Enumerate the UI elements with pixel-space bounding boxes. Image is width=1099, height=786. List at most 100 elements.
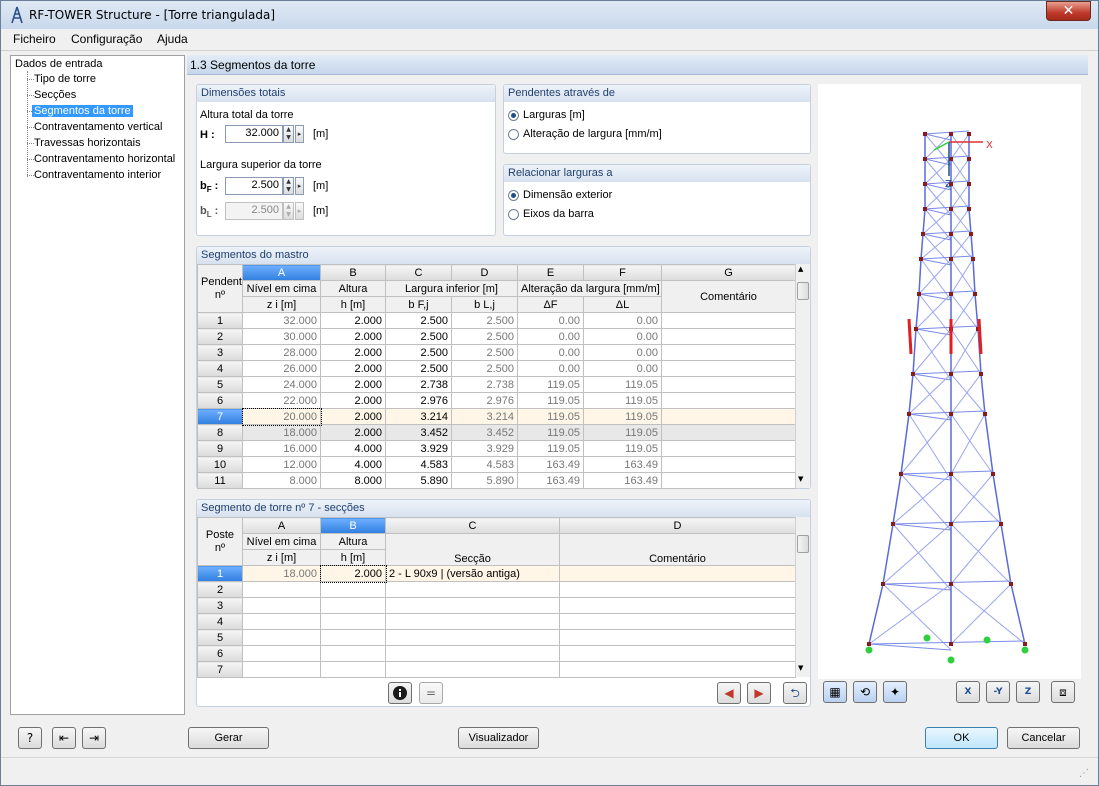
table-cell[interactable]: 3.214	[385, 408, 452, 425]
scroll-up-icon[interactable]: ▲	[798, 265, 803, 273]
row-number[interactable]: 3	[197, 344, 243, 361]
radio-eixos-barra-label[interactable]: Eixos da barra	[523, 208, 594, 220]
table-cell[interactable]: 2.000	[320, 408, 386, 425]
table-cell[interactable]: 2.000	[320, 312, 386, 329]
row-number[interactable]: 11	[197, 472, 243, 489]
sections-scroll-thumb[interactable]	[797, 535, 809, 553]
table-cell[interactable]: 3.929	[385, 440, 452, 457]
table-cell[interactable]: 119.05	[517, 376, 584, 393]
table-cell[interactable]: 2.976	[451, 392, 518, 409]
radio-larguras[interactable]	[508, 110, 519, 121]
tree-item-contraventamento-interior[interactable]: Contraventamento interior	[34, 169, 161, 181]
row-number[interactable]: 10	[197, 456, 243, 473]
equals-button[interactable]: =	[419, 682, 443, 704]
bf-spinner[interactable]: ▲ ▼	[283, 177, 294, 195]
table-cell[interactable]: 163.49	[517, 456, 584, 473]
table-row[interactable]: 4	[197, 613, 796, 630]
table-cell[interactable]: 32.000	[242, 312, 321, 329]
table-row[interactable]: 10 12.000 4.000 4.583 4.583 163.49 163.49	[197, 456, 796, 473]
table-cell[interactable]	[320, 661, 386, 678]
table-row[interactable]: 6	[197, 645, 796, 662]
tree-item-segmentos-da-torre[interactable]: Segmentos da torre	[32, 105, 133, 117]
table-cell[interactable]: 0.00	[517, 344, 584, 361]
previous-button[interactable]: ◀	[717, 682, 741, 704]
table-cell[interactable]: 0.00	[517, 312, 584, 329]
table-cell[interactable]	[661, 472, 796, 489]
radio-dimensao-exterior[interactable]	[508, 190, 519, 201]
table-row[interactable]: 3 28.000 2.000 2.500 2.500 0.00 0.00	[197, 344, 796, 361]
table-cell[interactable]	[559, 661, 796, 678]
table-row[interactable]: 7	[197, 661, 796, 678]
menu-file[interactable]: Ficheiro	[13, 32, 56, 46]
table-row[interactable]: 2 30.000 2.000 2.500 2.500 0.00 0.00	[197, 328, 796, 345]
table-cell[interactable]: 2.500	[385, 360, 452, 377]
row-number[interactable]: 9	[197, 440, 243, 457]
table-cell[interactable]	[320, 597, 386, 614]
menu-settings[interactable]: Configuração	[71, 32, 142, 46]
ok-button[interactable]: OK	[925, 727, 998, 749]
table-cell[interactable]	[661, 440, 796, 457]
tree-item-contraventamento-vertical[interactable]: Contraventamento vertical	[34, 121, 162, 133]
row-number[interactable]: 2	[197, 581, 243, 598]
table-cell[interactable]: 18.000	[242, 424, 321, 441]
row-number[interactable]: 1	[197, 565, 243, 582]
scroll-down-icon[interactable]: ▼	[798, 475, 803, 483]
h-spinner[interactable]: ▲ ▼	[283, 125, 294, 143]
table-cell[interactable]: 0.00	[517, 328, 584, 345]
scroll-down-icon[interactable]: ▼	[798, 664, 803, 672]
table-cell[interactable]	[320, 645, 386, 662]
table-cell[interactable]: 2.500	[385, 344, 452, 361]
table-cell[interactable]: 0.00	[583, 360, 662, 377]
import-button[interactable]: ⇤	[52, 727, 76, 749]
row-number[interactable]: 7	[197, 408, 243, 425]
table-cell[interactable]: 119.05	[517, 408, 584, 425]
table-cell[interactable]: 2.738	[385, 376, 452, 393]
row-number[interactable]: 6	[197, 645, 243, 662]
table-cell[interactable]	[559, 629, 796, 646]
mast-col-d[interactable]: D	[451, 264, 518, 281]
table-cell[interactable]: 119.05	[583, 440, 662, 457]
table-cell[interactable]: 8.000	[320, 472, 386, 489]
row-number[interactable]: 1	[197, 312, 243, 329]
tree-item-tipo-de-torre[interactable]: Tipo de torre	[34, 73, 96, 85]
table-cell[interactable]: 3.452	[385, 424, 452, 441]
table-cell[interactable]: 2.000	[320, 392, 386, 409]
visualizador-button[interactable]: Visualizador	[458, 727, 539, 749]
table-row[interactable]: 11 8.000 8.000 5.890 5.890 163.49 163.49	[197, 472, 796, 489]
view-x-button[interactable]: X	[956, 681, 980, 703]
table-cell[interactable]	[320, 613, 386, 630]
table-cell[interactable]	[242, 629, 321, 646]
table-cell[interactable]: 4.583	[385, 456, 452, 473]
table-cell[interactable]: 4.000	[320, 456, 386, 473]
table-cell[interactable]	[242, 581, 321, 598]
table-cell[interactable]: 119.05	[517, 440, 584, 457]
table-cell[interactable]	[661, 424, 796, 441]
table-cell[interactable]: 5.890	[385, 472, 452, 489]
table-cell[interactable]: 26.000	[242, 360, 321, 377]
help-button[interactable]: ?	[18, 727, 42, 749]
radio-dimensao-exterior-label[interactable]: Dimensão exterior	[523, 189, 612, 201]
table-cell[interactable]: 2.500	[451, 328, 518, 345]
row-number[interactable]: 6	[197, 392, 243, 409]
table-cell[interactable]	[385, 613, 560, 630]
table-cell[interactable]: 119.05	[583, 424, 662, 441]
mast-scrollbar[interactable]: ▲ ▼	[795, 264, 810, 488]
tree-item-seccoes[interactable]: Secções	[34, 89, 76, 101]
table-row[interactable]: 8 18.000 2.000 3.452 3.452 119.05 119.05	[197, 424, 796, 441]
table-cell[interactable]: 3.214	[451, 408, 518, 425]
table-cell[interactable]: 30.000	[242, 328, 321, 345]
table-cell[interactable]	[385, 629, 560, 646]
table-cell[interactable]: 119.05	[517, 392, 584, 409]
table-cell[interactable]: 16.000	[242, 440, 321, 457]
bf-input[interactable]: 2.500	[225, 177, 283, 195]
sections-scrollbar[interactable]: ▼	[795, 517, 810, 677]
render-mode-button[interactable]: ▦	[823, 681, 847, 703]
table-cell[interactable]	[661, 328, 796, 345]
table-cell[interactable]: 0.00	[517, 360, 584, 377]
gerar-button[interactable]: Gerar	[188, 727, 269, 749]
table-cell[interactable]: 24.000	[242, 376, 321, 393]
table-cell[interactable]	[385, 661, 560, 678]
table-cell[interactable]: 0.00	[583, 344, 662, 361]
resize-grip-icon[interactable]: ⋰	[1079, 768, 1089, 779]
table-cell[interactable]: 163.49	[583, 456, 662, 473]
